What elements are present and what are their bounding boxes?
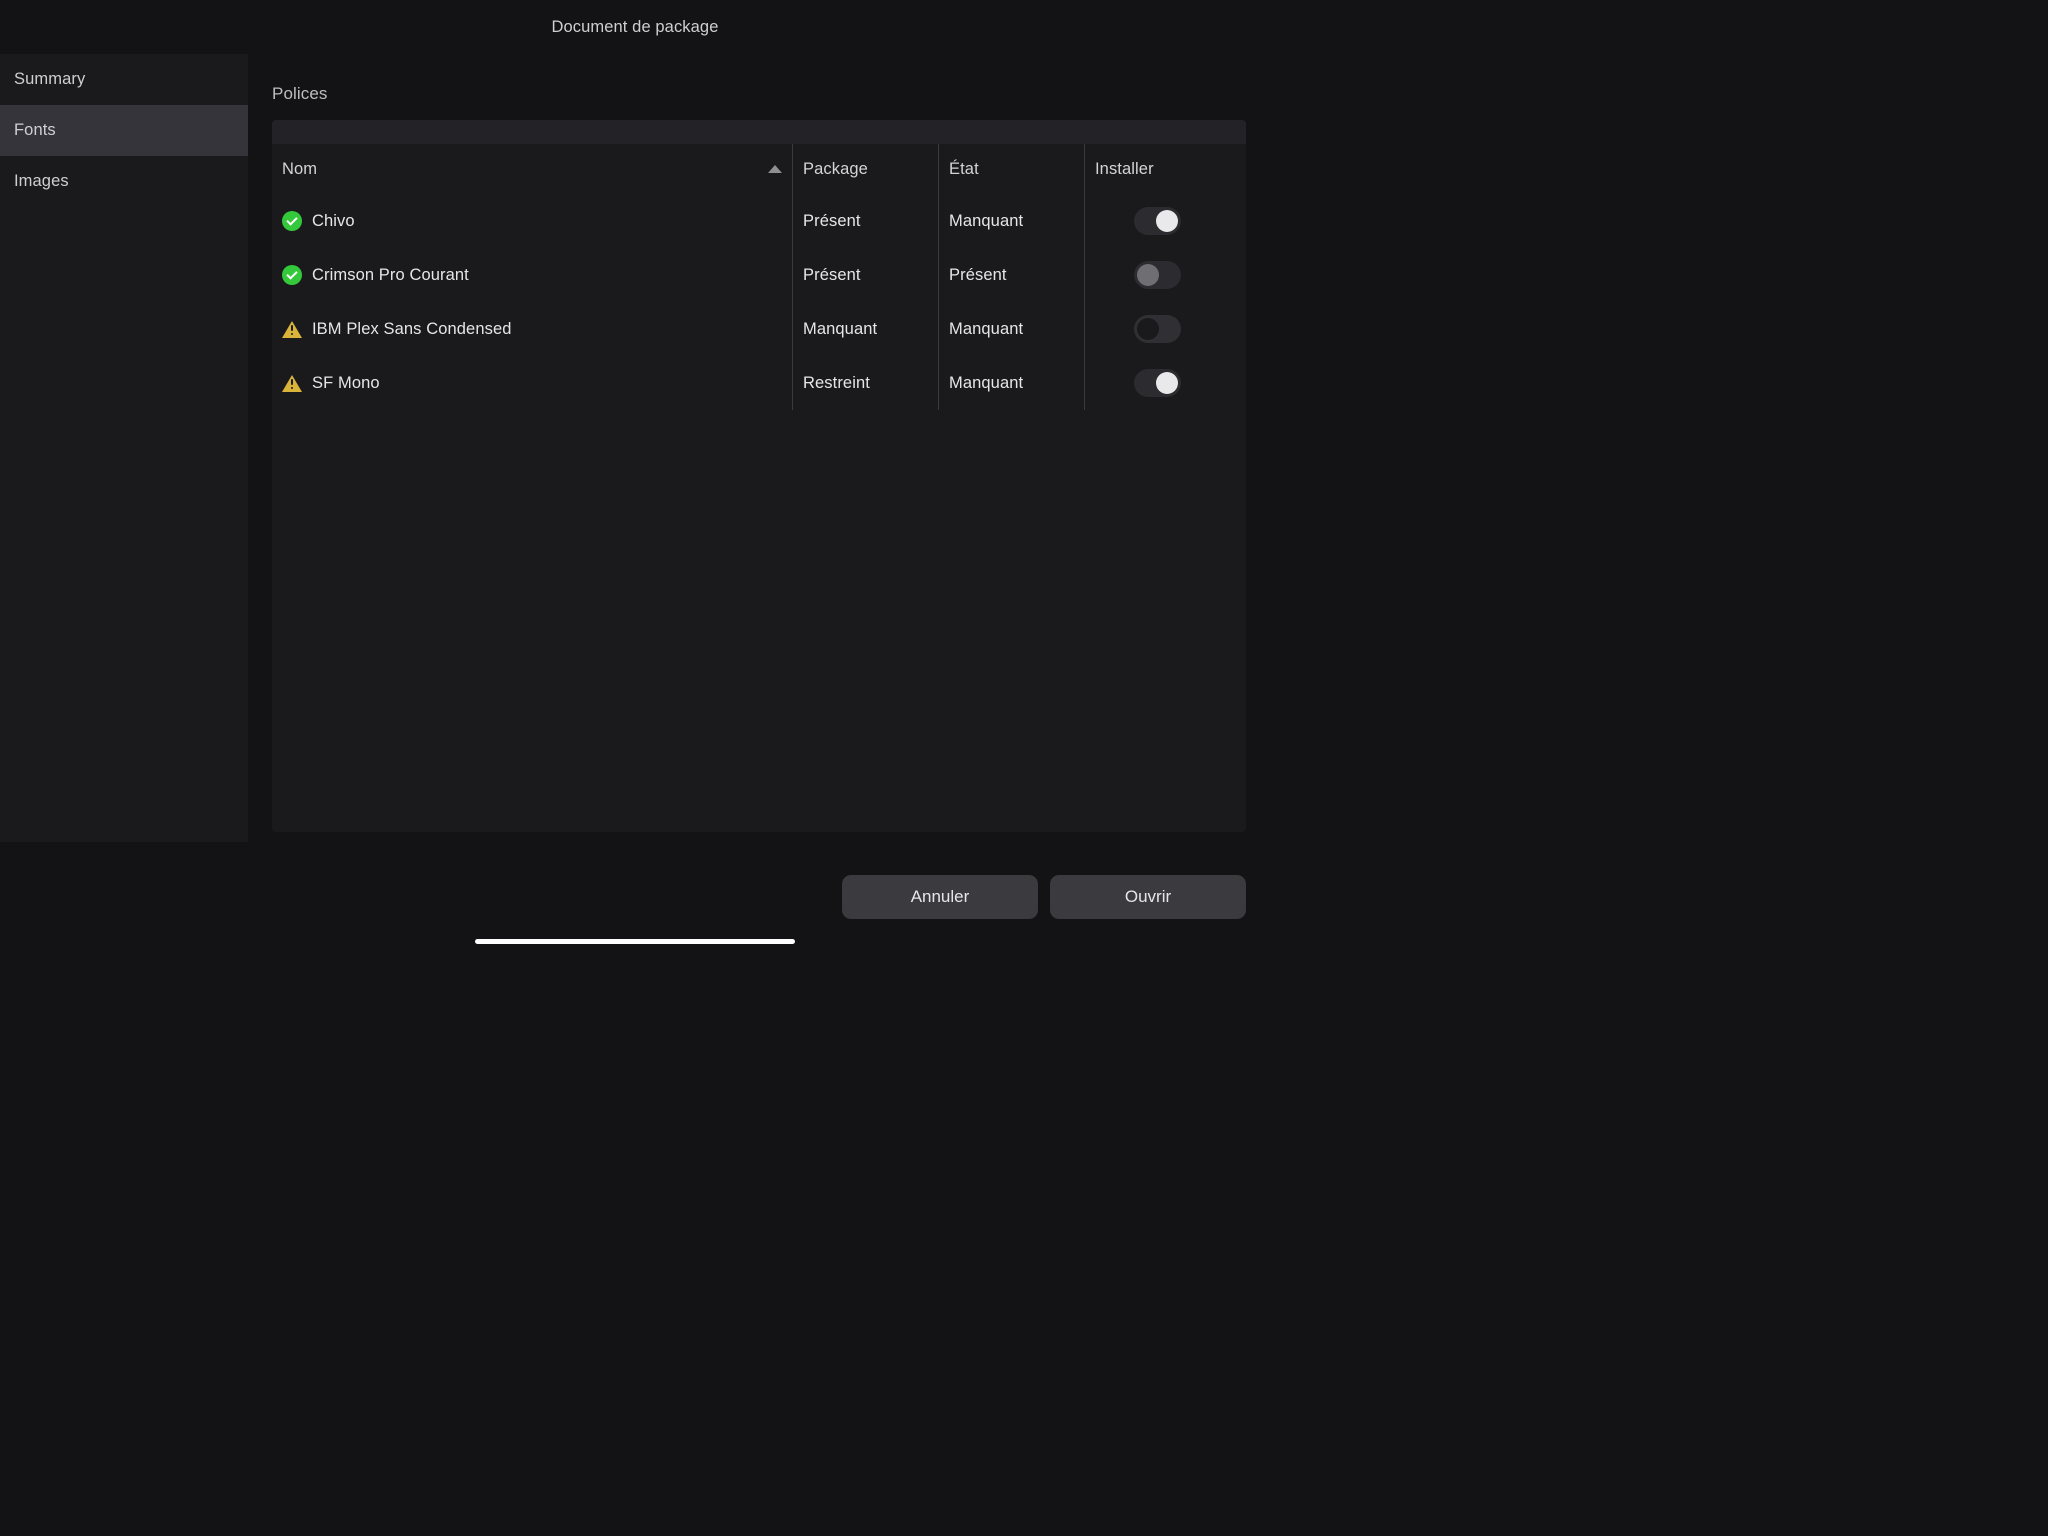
main: Polices Nom Package État Installer [248, 54, 1270, 842]
cell-install [1084, 248, 1230, 302]
cell-state: Manquant [938, 302, 1084, 356]
footer: Annuler Ouvrir [0, 842, 1270, 952]
cell-package: Restreint [792, 356, 938, 410]
font-name: Crimson Pro Courant [312, 266, 469, 285]
fonts-table: Nom Package État Installer [272, 120, 1246, 832]
cell-install [1084, 194, 1230, 248]
font-name: IBM Plex Sans Condensed [312, 320, 512, 339]
body: Summary Fonts Images Polices Nom Pac [0, 54, 1270, 842]
cell-package: Manquant [792, 302, 938, 356]
cell-name[interactable]: Crimson Pro Courant [272, 248, 792, 302]
column-header-name[interactable]: Nom [272, 144, 792, 194]
install-toggle[interactable] [1134, 261, 1181, 289]
sidebar-item-images[interactable]: Images [0, 156, 248, 207]
sort-ascending-icon [768, 165, 782, 173]
table-row: IBM Plex Sans Condensed Manquant Manquan… [272, 302, 1246, 356]
cell-package: Présent [792, 194, 938, 248]
cell-name[interactable]: IBM Plex Sans Condensed [272, 302, 792, 356]
app-window: Document de package Summary Fonts Images… [0, 0, 1270, 952]
table-row: Chivo Présent Manquant [272, 194, 1246, 248]
column-header-state[interactable]: État [938, 144, 1084, 194]
warning-icon [282, 373, 302, 393]
install-toggle[interactable] [1134, 207, 1181, 235]
checkmark-icon [282, 265, 302, 285]
table-row: Crimson Pro Courant Présent Présent [272, 248, 1246, 302]
sidebar-item-fonts[interactable]: Fonts [0, 105, 248, 156]
titlebar: Document de package [0, 0, 1270, 54]
column-header-label: État [949, 160, 979, 179]
column-header-label: Installer [1095, 160, 1154, 179]
cell-name[interactable]: Chivo [272, 194, 792, 248]
install-toggle[interactable] [1134, 369, 1181, 397]
checkmark-icon [282, 211, 302, 231]
cell-state: Manquant [938, 356, 1084, 410]
cell-install [1084, 302, 1230, 356]
table-row: SF Mono Restreint Manquant [272, 356, 1246, 410]
table-topstrip [272, 120, 1246, 144]
sidebar: Summary Fonts Images [0, 54, 248, 842]
window-title: Document de package [551, 18, 718, 37]
column-header-install[interactable]: Installer [1084, 144, 1230, 194]
sidebar-item-label: Summary [14, 70, 85, 88]
column-header-label: Package [803, 160, 868, 179]
font-name: Chivo [312, 212, 355, 231]
column-header-package[interactable]: Package [792, 144, 938, 194]
table-rows: Chivo Présent Manquant Crimson Pro Coura… [272, 194, 1246, 832]
cell-state: Présent [938, 248, 1084, 302]
font-name: SF Mono [312, 374, 380, 393]
cell-install [1084, 356, 1230, 410]
column-header-label: Nom [282, 160, 317, 179]
cell-state: Manquant [938, 194, 1084, 248]
warning-icon [282, 319, 302, 339]
sidebar-item-summary[interactable]: Summary [0, 54, 248, 105]
install-toggle[interactable] [1134, 315, 1181, 343]
sidebar-item-label: Fonts [14, 121, 56, 139]
open-button[interactable]: Ouvrir [1050, 875, 1246, 919]
section-title: Polices [272, 78, 1246, 120]
sidebar-item-label: Images [14, 172, 69, 190]
home-indicator[interactable] [475, 939, 795, 944]
cell-name[interactable]: SF Mono [272, 356, 792, 410]
cell-package: Présent [792, 248, 938, 302]
cancel-button[interactable]: Annuler [842, 875, 1038, 919]
table-header: Nom Package État Installer [272, 144, 1246, 194]
